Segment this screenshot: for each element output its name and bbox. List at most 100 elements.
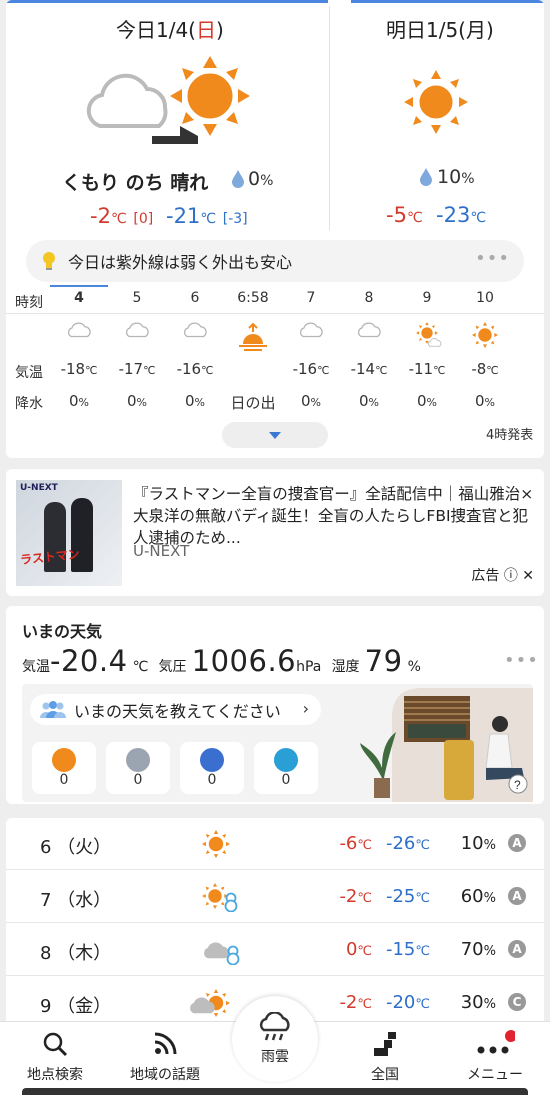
week-precip: 60%	[458, 886, 496, 907]
cloud-icon	[428, 338, 442, 347]
cloud-icon	[67, 322, 91, 338]
reliability-badge[interactable]: C	[508, 993, 526, 1011]
today-rain-unit: %	[260, 173, 274, 189]
expand-hourly-button[interactable]	[222, 422, 328, 448]
hour-precip-unit: %	[484, 396, 495, 409]
hour-temp-value: -18	[60, 360, 86, 378]
nav-rain-label: 雨雲	[261, 1049, 289, 1065]
hour-time: 8	[364, 290, 374, 306]
report-cloud-report[interactable]: 0	[106, 742, 170, 794]
tomorrow-low: -23	[436, 203, 471, 227]
nav-menu-label: メニュー	[467, 1067, 523, 1083]
ad-thumbnail[interactable]: U-NEXT ラストマン	[16, 480, 122, 586]
week-low: -15℃	[384, 939, 430, 960]
info-icon[interactable]: ⓘ	[504, 568, 518, 584]
week-icon	[202, 936, 240, 968]
more-dots-icon[interactable]: •••	[504, 650, 539, 671]
humidity-label: 湿度	[331, 659, 360, 675]
ad-label[interactable]: 広告 ⓘ ✕	[471, 565, 534, 585]
hour-icon	[456, 322, 514, 356]
hour-precip-value: 0	[185, 392, 195, 410]
sun-cloud-icon	[414, 322, 442, 348]
hour-precip: 0%	[282, 392, 340, 410]
reliability-badge[interactable]: A	[508, 940, 526, 958]
hour-temp-value: -8	[471, 360, 487, 378]
close-icon[interactable]: ✕	[522, 568, 534, 584]
hour-icon	[224, 322, 282, 356]
report-snow-report[interactable]: 0	[254, 742, 318, 794]
sun-icon	[472, 322, 498, 348]
hour-precip-value: 0	[69, 392, 79, 410]
current-values: 気温-20.4 ℃ 気圧 1006.6hPa 湿度 79 %	[22, 644, 421, 678]
uv-message-bar[interactable]: 今日は紫外線は弱く外出も安心 •••	[26, 240, 524, 282]
cloud-sun-icon	[188, 989, 230, 1017]
week-precip-value: 60	[460, 886, 484, 907]
nav-rain-radar[interactable]: 雨雲	[232, 996, 318, 1082]
hour-temp: -11℃	[398, 360, 456, 378]
ad-text[interactable]: 『ラストマンー全盲の捜査官ー』全話配信中｜福山雅治×大泉洋の無敵バディ誕生！全盲…	[133, 483, 535, 549]
ad-card[interactable]: U-NEXT ラストマン 『ラストマンー全盲の捜査官ー』全話配信中｜福山雅治×大…	[6, 469, 544, 596]
pressure-label: 気圧	[158, 659, 187, 675]
today-date: 今日1/4(	[116, 18, 196, 42]
nav-menu[interactable]: メニュー	[440, 1022, 550, 1095]
today-title[interactable]: 今日1/4(日)	[116, 14, 224, 43]
week-low-unit: ℃	[415, 997, 430, 1012]
today-low-unit: ℃	[200, 211, 217, 227]
tomorrow-title[interactable]: 明日1/5(月)	[386, 14, 494, 43]
today-high-diff: [0]	[133, 211, 154, 227]
week-row[interactable]: 6 （火） -6℃ -26℃ 10% A	[6, 818, 544, 870]
reliability-badge[interactable]: A	[508, 834, 526, 852]
week-low-unit: ℃	[415, 891, 430, 906]
today-high-unit: ℃	[110, 211, 127, 227]
report-sun-report[interactable]: 0	[32, 742, 96, 794]
hour-precip-value: 0	[127, 392, 137, 410]
report-count: 0	[207, 772, 217, 788]
week-precip: 10%	[458, 833, 496, 854]
week-date: 8 （木）	[40, 943, 112, 964]
week-low-value: -15	[385, 939, 416, 960]
more-dots-icon[interactable]: •••	[475, 248, 510, 269]
svg-text:?: ?	[514, 778, 521, 792]
selected-hour-indicator	[50, 285, 108, 287]
reliability-badge[interactable]: A	[508, 887, 526, 905]
week-precip-value: 10	[460, 833, 484, 854]
hour-time: 7	[306, 290, 316, 306]
week-precip-unit: %	[483, 944, 496, 959]
sunrise-icon	[239, 322, 267, 351]
week-row[interactable]: 7 （水） -2℃ -25℃ 60% A	[6, 871, 544, 923]
week-precip-value: 30	[460, 992, 484, 1013]
cloud-icon	[190, 997, 215, 1014]
report-weather-text: いまの天気を教えてください	[74, 701, 281, 721]
week-row[interactable]: 8 （木） 0℃ -15℃ 70% A	[6, 924, 544, 976]
hour-temp-unit: ℃	[85, 364, 98, 377]
week-icon	[188, 989, 230, 1021]
people-icon	[40, 700, 66, 718]
hour-time: 10	[476, 290, 494, 306]
hour-precip-value: 日の出	[230, 394, 276, 412]
sun-icon	[202, 830, 230, 858]
nav-search[interactable]: 地点検索	[0, 1022, 110, 1095]
tomorrow-low-unit: ℃	[470, 210, 487, 226]
report-count: 0	[281, 772, 291, 788]
hour-temp-unit: ℃	[486, 364, 499, 377]
hour-precip: 日の出	[224, 392, 282, 413]
hour-divider	[6, 313, 544, 314]
week-high-unit: ℃	[357, 997, 372, 1012]
today-description: くもり のち 晴れ	[62, 172, 209, 194]
report-rain-report[interactable]: 0	[180, 742, 244, 794]
hour-precip-unit: %	[310, 396, 321, 409]
hour-temp-unit: ℃	[143, 364, 156, 377]
cloud-icon	[299, 322, 323, 338]
week-high: -2℃	[332, 992, 372, 1013]
report-weather-button[interactable]: いまの天気を教えてください ›	[30, 694, 321, 725]
hour-icon	[108, 322, 166, 356]
day-divider	[329, 6, 330, 230]
nav-national[interactable]: 全国	[330, 1022, 440, 1095]
hour-temp-unit: ℃	[375, 364, 388, 377]
rss-icon	[154, 1032, 177, 1055]
home-indicator	[22, 1088, 528, 1095]
today-high: -2	[90, 204, 111, 228]
hour-precip-unit: %	[194, 396, 205, 409]
nav-local-topics[interactable]: 地域の話題	[110, 1022, 220, 1095]
tomorrow-rain-unit: %	[461, 171, 475, 187]
